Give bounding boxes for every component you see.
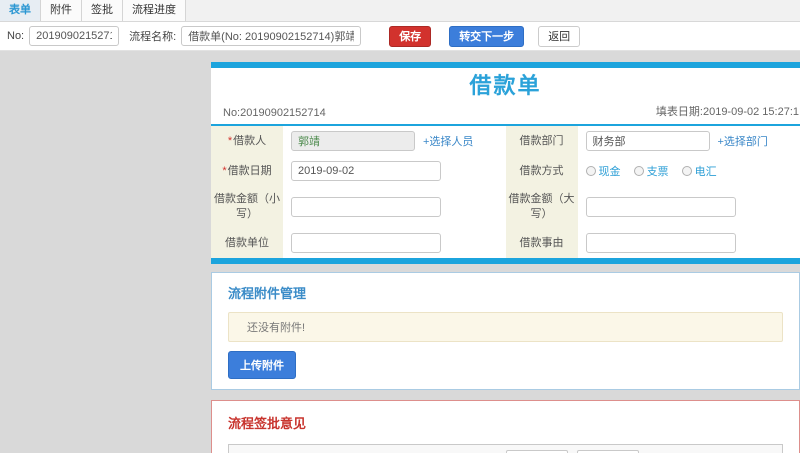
- method-field-cell: 现金 支票 电汇: [578, 156, 800, 186]
- unit-label: 借款单位: [225, 236, 269, 249]
- process-name-label: 流程名称:: [129, 31, 177, 43]
- tab-approval[interactable]: 签批: [82, 0, 123, 21]
- amount-upper-label: 借款金额（大写）: [508, 193, 575, 220]
- approval-heading: 流程签批意见: [228, 416, 307, 431]
- date-label: 借款日期: [227, 164, 272, 177]
- unit-field-cell: [283, 228, 506, 258]
- tab-bar: 表单 附件 签批 流程进度: [0, 0, 800, 22]
- amount-lower-input[interactable]: [291, 197, 441, 217]
- borrower-label: 借款人: [233, 134, 267, 147]
- amount-lower-field-cell: [283, 186, 506, 228]
- loan-reason-input[interactable]: [585, 233, 736, 253]
- no-attachments-notice: 还没有附件!: [228, 312, 783, 342]
- screen: 表单 附件 签批 流程进度 No: 流程名称: 保存 转交下一步 返回 借款单 …: [0, 0, 800, 453]
- tab-form[interactable]: 表单: [0, 0, 41, 21]
- method-label: 借款方式: [519, 164, 564, 177]
- rich-text-editor: B I abc: [228, 444, 783, 453]
- method-label-cell: 借款方式: [505, 156, 578, 186]
- no-label: No:: [7, 30, 25, 42]
- radio-circle-icon: [585, 166, 596, 176]
- radio-cash-label: 现金: [598, 166, 621, 178]
- reason-label: 借款事由: [519, 236, 564, 249]
- attachments-panel: 流程附件管理 还没有附件! 上传附件: [211, 272, 800, 390]
- borrower-input[interactable]: [291, 131, 415, 151]
- editor-toolbar: B I abc: [229, 445, 782, 453]
- table-row: *借款日期 借款方式 现金 支票 电汇: [211, 156, 800, 186]
- borrower-label-cell: *借款人: [211, 126, 283, 156]
- radio-circle-icon: [633, 166, 644, 176]
- radio-cheque-label: 支票: [646, 166, 669, 178]
- loan-unit-input[interactable]: [291, 233, 441, 253]
- radio-wire[interactable]: 电汇: [681, 163, 717, 179]
- date-label-cell: *借款日期: [211, 156, 283, 186]
- process-name-input[interactable]: [181, 26, 362, 46]
- select-person-link[interactable]: +选择人员: [423, 136, 473, 148]
- forward-next-step-button[interactable]: 转交下一步: [449, 25, 525, 47]
- borrower-field-cell: +选择人员: [283, 126, 506, 156]
- amount-upper-field-cell: [578, 186, 800, 228]
- no-input[interactable]: [29, 26, 120, 46]
- form-title: 借款单: [469, 73, 542, 98]
- dept-input[interactable]: [585, 131, 710, 151]
- doc-meta-row: No:20190902152714 填表日期:2019-09-02 15:27:…: [211, 101, 800, 126]
- required-marker: *: [222, 164, 227, 177]
- amount-upper-label-cell: 借款金额（大写）: [505, 186, 578, 228]
- back-button[interactable]: 返回: [538, 25, 581, 47]
- dept-field-cell: +选择部门: [578, 126, 800, 156]
- select-dept-link[interactable]: +选择部门: [718, 136, 768, 148]
- upload-attachment-button[interactable]: 上传附件: [228, 351, 296, 379]
- radio-cash[interactable]: 现金: [585, 163, 621, 179]
- panel-bottom-bar: [211, 258, 800, 264]
- radio-circle-icon: [681, 166, 692, 176]
- tab-process-progress[interactable]: 流程进度: [123, 0, 186, 21]
- date-field-cell: [283, 156, 506, 186]
- toolbar: No: 流程名称: 保存 转交下一步 返回: [0, 22, 800, 51]
- reason-label-cell: 借款事由: [505, 228, 578, 258]
- tab-attachments[interactable]: 附件: [41, 0, 82, 21]
- dept-label-cell: 借款部门: [505, 126, 578, 156]
- table-row: 借款金额（小写） 借款金额（大写）: [211, 186, 800, 228]
- loan-form-panel: 借款单 No:20190902152714 填表日期:2019-09-02 15…: [211, 62, 800, 264]
- main-panel: 借款单 No:20190902152714 填表日期:2019-09-02 15…: [211, 62, 800, 453]
- doc-number: No:20190902152714: [223, 107, 326, 119]
- attachments-heading: 流程附件管理: [228, 286, 307, 301]
- table-row: 借款单位 借款事由: [211, 228, 800, 258]
- fill-date: 填表日期:2019-09-02 15:27:1: [655, 106, 799, 118]
- save-button[interactable]: 保存: [389, 25, 432, 47]
- radio-wire-label: 电汇: [694, 166, 717, 178]
- unit-label-cell: 借款单位: [211, 228, 283, 258]
- reason-field-cell: [578, 228, 800, 258]
- table-row: *借款人 +选择人员 借款部门 +选择部门: [211, 126, 800, 156]
- dept-label: 借款部门: [519, 134, 564, 147]
- amount-upper-input[interactable]: [585, 197, 736, 217]
- amount-lower-label: 借款金额（小写）: [214, 193, 280, 220]
- required-marker: *: [227, 134, 233, 147]
- approval-panel: 流程签批意见 B I abc: [211, 400, 800, 453]
- loan-date-input[interactable]: [291, 161, 441, 181]
- header: 表单 附件 签批 流程进度 No: 流程名称: 保存 转交下一步 返回: [0, 0, 800, 51]
- amount-lower-label-cell: 借款金额（小写）: [211, 186, 283, 228]
- radio-cheque[interactable]: 支票: [633, 163, 669, 179]
- loan-form-table: *借款人 +选择人员 借款部门 +选择部门 *借款日期: [211, 126, 800, 258]
